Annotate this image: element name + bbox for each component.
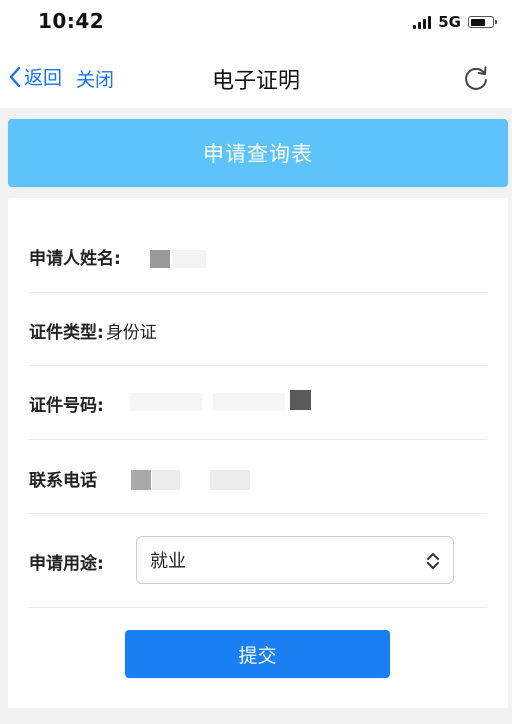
network-type: 5G	[438, 13, 461, 31]
submit-button[interactable]: 提交	[125, 630, 390, 678]
id-number-label: 证件号码:	[29, 396, 104, 416]
purpose-label: 申请用途:	[29, 554, 104, 574]
page-title: 电子证明	[211, 69, 300, 94]
form-header-banner: 申请查询表	[8, 119, 508, 187]
id-type-row: 证件类型: 身份证	[29, 318, 487, 343]
status-time: 10:42	[38, 9, 105, 33]
divider	[29, 439, 487, 440]
refresh-button[interactable]	[462, 64, 490, 92]
redacted-phone-faint	[210, 470, 250, 490]
status-bar: 10:42 5G	[0, 0, 512, 46]
phone-row: 联系电话	[29, 466, 487, 491]
refresh-icon	[465, 66, 487, 90]
application-form: 申请人姓名: 证件类型: 身份证 证件号码: 联系电话 申请用途: 就业 提交	[8, 198, 508, 708]
signal-bars-icon	[413, 15, 432, 29]
redacted-id-number	[290, 390, 311, 410]
chevron-up-down-icon	[427, 553, 439, 569]
purpose-select[interactable]: 就业	[136, 536, 454, 584]
redacted-phone	[131, 470, 151, 490]
redacted-id-number-faint	[130, 393, 202, 411]
redacted-name-faint	[172, 250, 206, 268]
phone-label: 联系电话	[29, 471, 97, 491]
applicant-name-row: 申请人姓名:	[29, 244, 487, 269]
divider	[29, 607, 487, 608]
navigation-bar: 返回 关闭 电子证明	[0, 46, 512, 108]
divider	[29, 365, 487, 366]
purpose-selected-value: 就业	[150, 551, 186, 572]
status-indicators: 5G	[413, 13, 497, 31]
applicant-name-label: 申请人姓名:	[29, 249, 121, 269]
redacted-phone-faint	[152, 470, 180, 490]
battery-icon	[468, 16, 497, 28]
divider	[29, 513, 487, 514]
id-type-label: 证件类型:	[29, 323, 104, 343]
divider	[29, 292, 487, 293]
redacted-name	[150, 250, 170, 268]
id-type-value: 身份证	[105, 323, 157, 343]
redacted-id-number-faint	[213, 393, 285, 411]
